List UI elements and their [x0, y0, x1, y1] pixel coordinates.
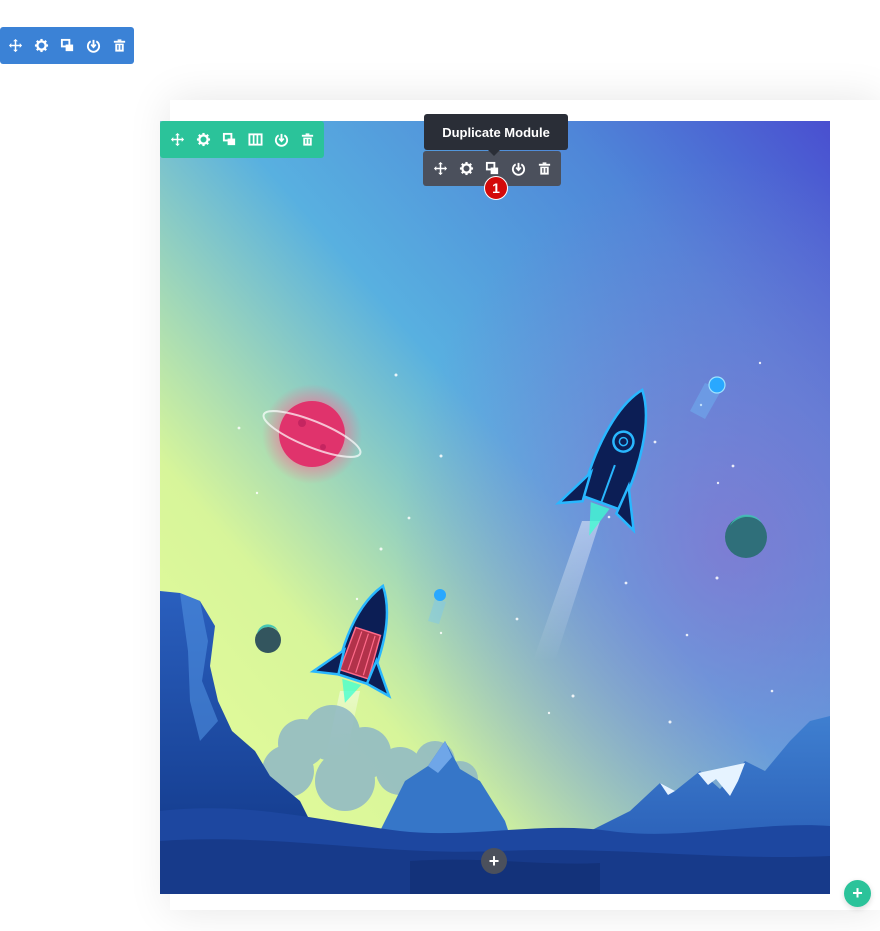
move-icon[interactable]	[2, 33, 28, 59]
section-toolbar	[0, 27, 134, 64]
move-icon[interactable]	[164, 127, 190, 153]
add-row-button[interactable]: +	[844, 880, 871, 907]
duplicate-icon[interactable]	[54, 33, 80, 59]
columns-icon[interactable]	[242, 127, 268, 153]
delete-icon[interactable]	[531, 156, 557, 182]
space-scene-image	[160, 121, 830, 894]
tooltip-text: Duplicate Module	[442, 124, 550, 140]
add-module-button[interactable]: +	[481, 848, 507, 874]
space-illustration	[160, 121, 830, 894]
step-badge: 1	[484, 176, 508, 200]
save-icon[interactable]	[80, 33, 106, 59]
settings-icon[interactable]	[28, 33, 54, 59]
save-icon[interactable]	[268, 127, 294, 153]
delete-icon[interactable]	[294, 127, 320, 153]
builder-page: Duplicate Module 1 + +	[0, 0, 880, 931]
row-toolbar	[160, 121, 324, 158]
move-icon[interactable]	[427, 156, 453, 182]
save-icon[interactable]	[505, 156, 531, 182]
duplicate-module-tooltip: Duplicate Module	[424, 114, 568, 156]
duplicate-icon[interactable]	[216, 127, 242, 153]
delete-icon[interactable]	[106, 33, 132, 59]
settings-icon[interactable]	[190, 127, 216, 153]
settings-icon[interactable]	[453, 156, 479, 182]
